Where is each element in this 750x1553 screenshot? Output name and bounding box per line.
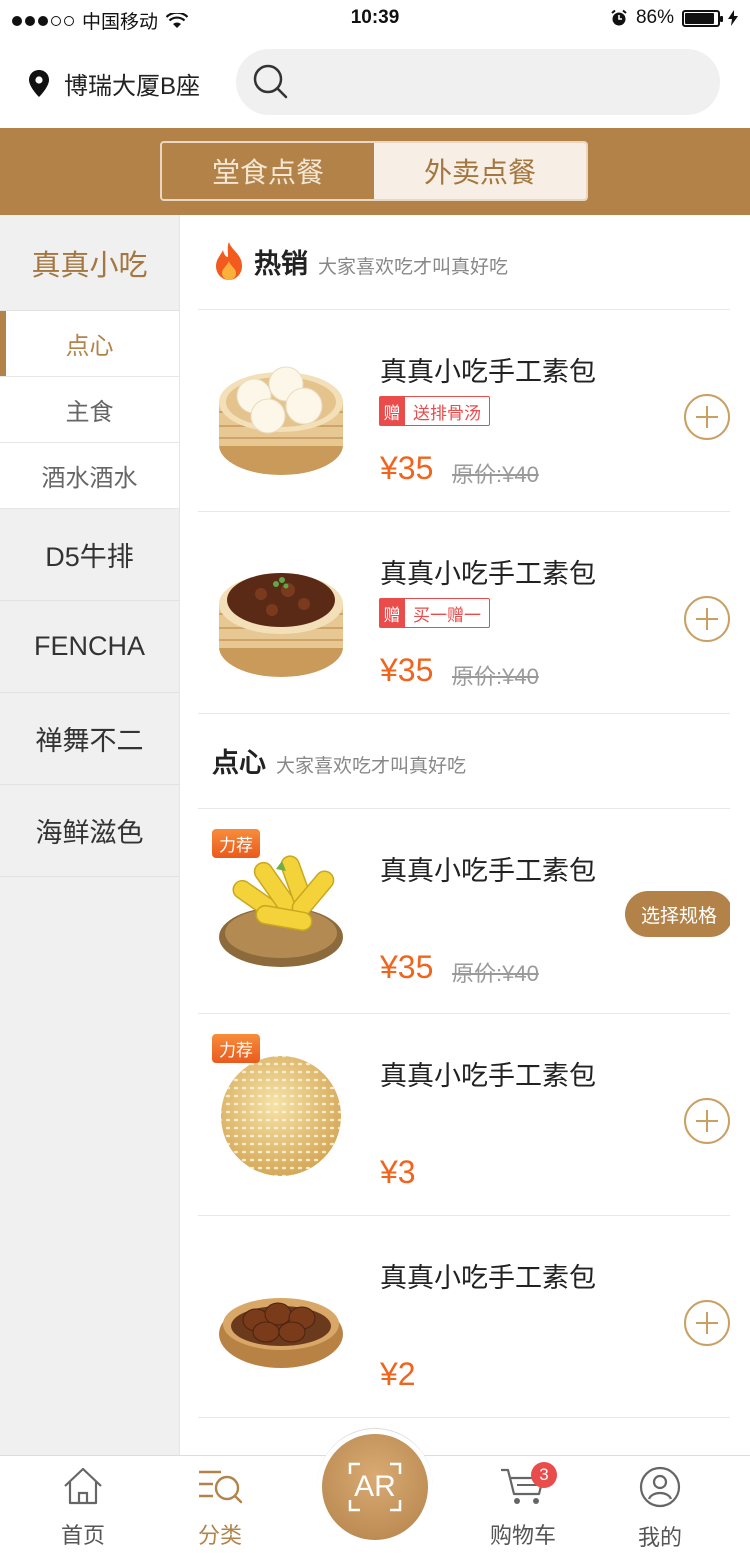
sidebar-item-d5[interactable]: D5牛排 xyxy=(0,509,179,601)
gift-text: 送排骨汤 xyxy=(405,396,490,426)
search-icon xyxy=(253,64,288,99)
item-name: 真真小吃手工素包 xyxy=(380,856,596,886)
status-right: 86% xyxy=(610,7,738,29)
corn-image xyxy=(219,855,343,967)
steamed-beef-image xyxy=(219,573,343,677)
sidebar-subitem-drinks[interactable]: 酒水酒水 xyxy=(0,443,179,509)
nav-home[interactable]: 首页 xyxy=(33,1466,133,1550)
header: 博瑞大厦B座 xyxy=(0,38,750,128)
menu-item[interactable]: 真真小吃手工素包 赠 送排骨汤 ¥35 原价:¥40 xyxy=(198,310,730,512)
nav-category[interactable]: 分类 xyxy=(170,1466,270,1550)
menu-item[interactable]: 真真小吃手工素包 ¥2 xyxy=(198,1216,730,1418)
gift-promo: 赠 买一赠一 xyxy=(379,598,490,628)
cart-count-badge: 3 xyxy=(531,1462,557,1488)
item-name: 真真小吃手工素包 xyxy=(380,1061,596,1091)
charging-icon xyxy=(728,10,738,26)
search-input[interactable] xyxy=(236,49,720,115)
nav-mine[interactable]: 我的 xyxy=(610,1466,710,1552)
add-to-cart-button[interactable] xyxy=(684,1098,730,1144)
tea-eggs-image xyxy=(219,1298,343,1368)
sidebar-item-zhenzhen[interactable]: 真真小吃 xyxy=(0,215,179,311)
sesame-ball-image xyxy=(221,1056,341,1176)
nav-cart-label: 购物车 xyxy=(489,1523,556,1548)
location-label: 博瑞大厦B座 xyxy=(64,73,201,100)
item-original-price: 原价:¥40 xyxy=(452,462,539,487)
gift-promo: 赠 送排骨汤 xyxy=(379,396,490,426)
category-icon xyxy=(199,1470,243,1504)
order-mode-bar: 堂食点餐 外卖点餐 xyxy=(0,128,750,215)
add-to-cart-button[interactable] xyxy=(684,1300,730,1346)
sidebar-item-fencha[interactable]: FENCHA xyxy=(0,601,179,693)
item-price: ¥35 xyxy=(380,450,434,486)
add-to-cart-button[interactable] xyxy=(684,394,730,440)
item-price: ¥35 xyxy=(380,652,434,688)
fire-icon xyxy=(216,242,242,280)
steamed-buns-image xyxy=(219,366,343,475)
item-name: 真真小吃手工素包 xyxy=(380,1263,596,1293)
item-price: ¥2 xyxy=(380,1356,416,1392)
nav-home-label: 首页 xyxy=(60,1523,105,1548)
location-pin-icon xyxy=(29,69,49,97)
sidebar-item-chanwu[interactable]: 禅舞不二 xyxy=(0,693,179,785)
recommend-badge: 力荐 xyxy=(212,1034,260,1063)
nav-cart[interactable]: 3 购物车 xyxy=(473,1462,573,1550)
item-price: ¥35 xyxy=(380,949,434,985)
gift-tag: 赠 xyxy=(379,396,405,426)
user-icon xyxy=(639,1466,681,1508)
menu-item[interactable]: 真真小吃手工素包 赠 买一赠一 ¥35 原价:¥40 xyxy=(198,512,730,714)
bottom-nav: 首页 分类 AR 3 购物车 我的 xyxy=(0,1428,750,1553)
menu-item[interactable]: 力荐 真真小吃手工素包 ¥35 原价:¥40 选择规格 xyxy=(198,809,730,1014)
section-subtitle: 大家喜欢吃才叫真好吃 xyxy=(318,257,509,278)
location-selector[interactable]: 博瑞大厦B座 xyxy=(28,66,200,101)
order-mode-tabs: 堂食点餐 外卖点餐 xyxy=(160,141,588,201)
item-price: ¥3 xyxy=(380,1154,416,1190)
section-subtitle: 大家喜欢吃才叫真好吃 xyxy=(276,756,467,777)
recommend-badge: 力荐 xyxy=(212,829,260,858)
section-header-hot: 热销 大家喜欢吃才叫真好吃 xyxy=(198,215,730,310)
section-header-dianxin: 点心 大家喜欢吃才叫真好吃 xyxy=(198,714,730,809)
alarm-icon xyxy=(611,9,627,26)
section-title: 热销 xyxy=(254,249,308,279)
menu-list[interactable]: 热销 大家喜欢吃才叫真好吃 真真小吃手工素包 赠 送排骨汤 ¥35 原价:¥40 xyxy=(198,215,730,1455)
sidebar-subitem-dianxin[interactable]: 点心 xyxy=(0,311,179,377)
ar-button[interactable]: AR xyxy=(322,1434,428,1540)
gift-tag: 赠 xyxy=(379,598,405,628)
battery-percent: 86% xyxy=(635,7,674,28)
sidebar-item-seafood[interactable]: 海鲜滋色 xyxy=(0,785,179,877)
menu-item[interactable]: 力荐 真真小吃手工素包 ¥3 xyxy=(198,1014,730,1216)
battery-icon xyxy=(682,9,723,27)
nav-mine-label: 我的 xyxy=(637,1525,682,1550)
category-sidebar: 真真小吃 点心 主食 酒水酒水 D5牛排 FENCHA 禅舞不二 海鲜滋色 xyxy=(0,215,180,1455)
tab-dine-in[interactable]: 堂食点餐 xyxy=(162,143,374,199)
gift-text: 买一赠一 xyxy=(405,598,490,628)
sidebar-subitem-zhushi[interactable]: 主食 xyxy=(0,377,179,443)
select-spec-button[interactable]: 选择规格 xyxy=(625,891,730,937)
tab-takeout[interactable]: 外卖点餐 xyxy=(374,143,586,199)
ar-label: AR xyxy=(354,1470,396,1503)
item-original-price: 原价:¥40 xyxy=(452,961,539,986)
item-name: 真真小吃手工素包 xyxy=(380,357,596,387)
nav-category-label: 分类 xyxy=(197,1523,242,1548)
add-to-cart-button[interactable] xyxy=(684,596,730,642)
status-bar: 中国移动 10:39 86% xyxy=(0,0,750,38)
ar-button-wrap: AR xyxy=(317,1428,433,1544)
section-title: 点心 xyxy=(212,748,266,778)
item-original-price: 原价:¥40 xyxy=(452,664,539,689)
home-icon xyxy=(64,1467,102,1505)
item-name: 真真小吃手工素包 xyxy=(380,559,596,589)
